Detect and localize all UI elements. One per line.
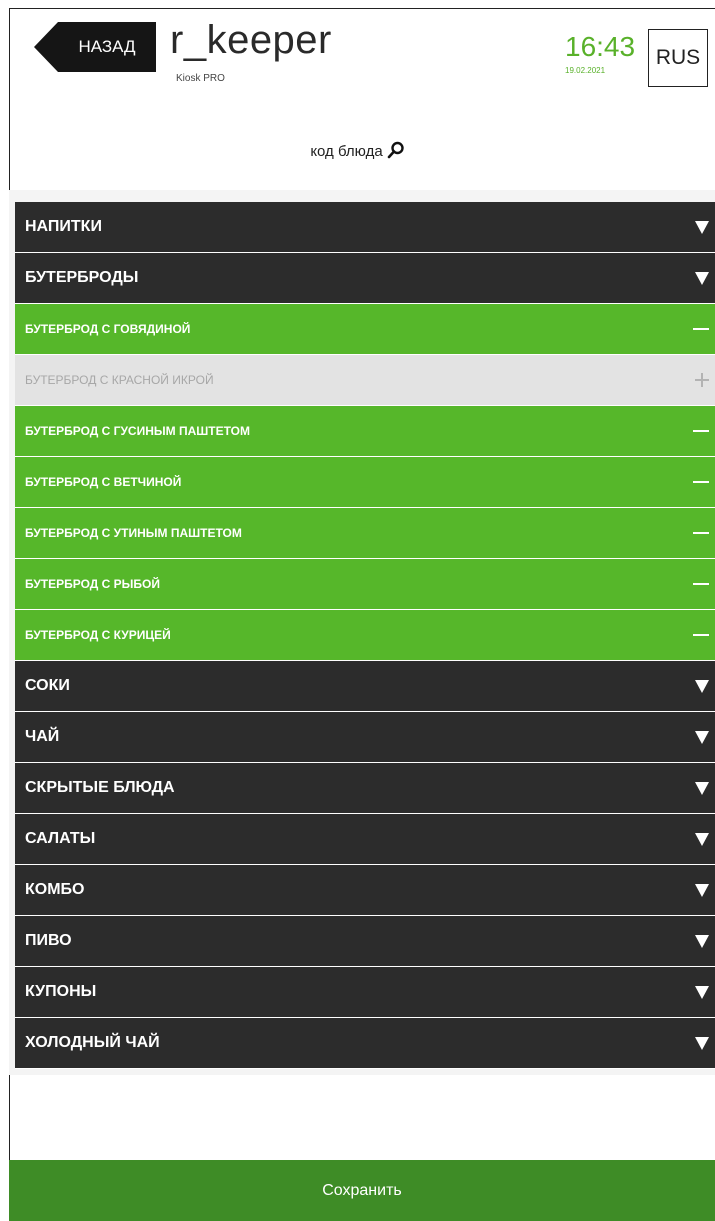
dish-row-label: БУТЕРБРОД С ГУСИНЫМ ПАШТЕТОМ	[25, 424, 251, 438]
clock-time: 16:43	[565, 31, 636, 62]
dish-row-label: БУТЕРБРОД С УТИНЫМ ПАШТЕТОМ	[25, 526, 242, 540]
minus-icon[interactable]	[693, 304, 709, 354]
triangle-down-icon[interactable]	[695, 763, 709, 813]
triangle-down-icon[interactable]	[695, 967, 709, 1017]
category-row[interactable]: СКРЫТЫЕ БЛЮДА	[15, 763, 715, 814]
category-row-label: НАПИТКИ	[25, 218, 102, 235]
category-row-label: КУПОНЫ	[25, 983, 97, 1000]
category-row-label: БУТЕРБРОДЫ	[25, 269, 139, 286]
category-row[interactable]: ХОЛОДНЫЙ ЧАЙ	[15, 1018, 715, 1069]
dish-row-label: БУТЕРБРОД С ВЕТЧИНОЙ	[25, 475, 182, 489]
minus-icon[interactable]	[693, 406, 709, 456]
category-row-label: ПИВО	[25, 932, 72, 949]
dish-row-label: БУТЕРБРОД С КУРИЦЕЙ	[25, 628, 171, 642]
back-button[interactable]: НАЗАД	[28, 22, 156, 72]
save-button[interactable]: Сохранить	[9, 1160, 715, 1221]
language-button[interactable]: RUS	[648, 29, 708, 87]
minus-icon[interactable]	[693, 508, 709, 558]
triangle-down-icon[interactable]	[695, 865, 709, 915]
triangle-down-icon[interactable]	[695, 202, 709, 252]
brand-name: r_keeper	[170, 18, 332, 62]
search-icon	[387, 141, 404, 159]
category-row[interactable]: НАПИТКИ	[15, 202, 715, 253]
category-row[interactable]: КОМБО	[15, 865, 715, 916]
category-row-label: СОКИ	[25, 677, 70, 694]
dish-row[interactable]: БУТЕРБРОД С ГУСИНЫМ ПАШТЕТОМ	[15, 406, 715, 457]
clock-date: 19.02.2021	[565, 66, 606, 75]
dish-row[interactable]: БУТЕРБРОД С КУРИЦЕЙ	[15, 610, 715, 661]
dish-row[interactable]: БУТЕРБРОД С РЫБОЙ	[15, 559, 715, 610]
category-row-label: САЛАТЫ	[25, 830, 96, 847]
plus-icon[interactable]	[695, 355, 709, 405]
category-row-label: ХОЛОДНЫЙ ЧАЙ	[25, 1034, 160, 1051]
dish-row-label: БУТЕРБРОД С ГОВЯДИНОЙ	[25, 322, 191, 336]
triangle-down-icon[interactable]	[695, 1018, 709, 1068]
triangle-down-icon[interactable]	[695, 814, 709, 864]
category-row-label: КОМБО	[25, 881, 85, 898]
category-row[interactable]: СОКИ	[15, 661, 715, 712]
triangle-down-icon[interactable]	[695, 712, 709, 762]
category-row[interactable]: ЧАЙ	[15, 712, 715, 763]
category-row[interactable]: ПИВО	[15, 916, 715, 967]
category-row[interactable]: БУТЕРБРОДЫ	[15, 253, 715, 304]
triangle-down-icon[interactable]	[695, 916, 709, 966]
dish-row-label: БУТЕРБРОД С РЫБОЙ	[25, 577, 160, 591]
category-row-label: ЧАЙ	[25, 728, 60, 745]
category-row[interactable]: КУПОНЫ	[15, 967, 715, 1018]
minus-icon[interactable]	[693, 559, 709, 609]
search-label: код блюда	[310, 143, 383, 160]
dish-row[interactable]: БУТЕРБРОД С УТИНЫМ ПАШТЕТОМ	[15, 508, 715, 559]
brand-logo: r_keeper Kiosk PRO	[170, 18, 332, 84]
triangle-down-icon[interactable]	[695, 661, 709, 711]
dish-code-search[interactable]: код блюда	[0, 141, 715, 160]
dish-row[interactable]: БУТЕРБРОД С ВЕТЧИНОЙ	[15, 457, 715, 508]
brand-subtitle: Kiosk PRO	[176, 73, 225, 84]
menu-list: НАПИТКИ БУТЕРБРОДЫ БУТЕРБРОД С ГОВЯДИНОЙ БУ…	[15, 202, 715, 1069]
dish-row[interactable]: БУТЕРБРОД С КРАСНОЙ ИКРОЙ	[15, 355, 715, 406]
triangle-down-icon[interactable]	[695, 253, 709, 303]
category-row[interactable]: САЛАТЫ	[15, 814, 715, 865]
dish-row[interactable]: БУТЕРБРОД С ГОВЯДИНОЙ	[15, 304, 715, 355]
save-button-label: Сохранить	[322, 1181, 402, 1199]
dish-row-label: БУТЕРБРОД С КРАСНОЙ ИКРОЙ	[25, 373, 214, 387]
minus-icon[interactable]	[693, 610, 709, 660]
category-row-label: СКРЫТЫЕ БЛЮДА	[25, 779, 175, 796]
back-button-label: НАЗАД	[78, 37, 136, 56]
minus-icon[interactable]	[693, 457, 709, 507]
